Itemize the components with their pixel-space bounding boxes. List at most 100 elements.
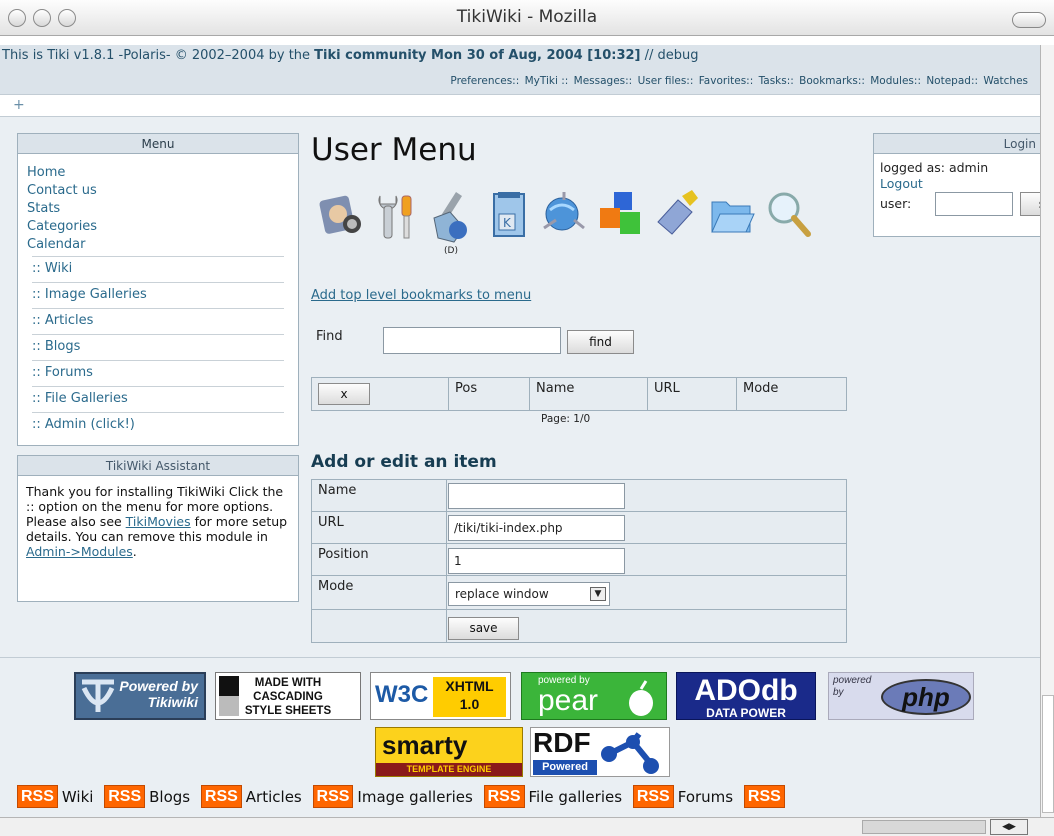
tikiwiki-badge[interactable]: Powered by Tikiwiki [74, 672, 206, 720]
top-nav-bar: Preferences:: MyTiki :: Messages:: User … [0, 67, 1040, 95]
nav-tasks[interactable]: Tasks:: [759, 75, 794, 87]
col-mode[interactable]: Mode [736, 377, 847, 411]
user-files-icon[interactable]: (D) [428, 188, 478, 256]
xhtml-text: XHTML [445, 678, 494, 694]
pear-badge[interactable]: powered by pear [521, 672, 667, 720]
menu-stats[interactable]: Stats [27, 200, 289, 218]
add-top-level-bookmarks-link[interactable]: Add top level bookmarks to menu [311, 288, 531, 303]
save-button[interactable]: save [448, 617, 519, 640]
nav-messages[interactable]: Messages:: [574, 75, 633, 87]
w3c-text: W3C [375, 681, 429, 708]
adodb-text: ADOdb [694, 674, 798, 707]
url-label: URL [311, 511, 447, 544]
rss-image-galleries-label: Image galleries [357, 787, 473, 806]
logout-link[interactable]: Logout [880, 176, 923, 191]
rss-file-galleries-label: File galleries [528, 787, 623, 806]
page-title: User Menu [311, 132, 477, 168]
scroll-arrows-icon[interactable]: ◀▶ [990, 819, 1028, 835]
php-badge[interactable]: powered by php [828, 672, 974, 720]
scrollbar-thumb[interactable] [1042, 695, 1054, 813]
php-text: php [881, 679, 971, 715]
rss-image-galleries-badge[interactable]: RSS [312, 785, 354, 808]
assistant-body: Thank you for installing TikiWiki Click … [18, 476, 298, 567]
search-icon[interactable] [764, 188, 814, 244]
find-button[interactable]: find [567, 330, 634, 354]
chevron-down-icon[interactable]: ▼ [590, 587, 606, 601]
adodb-badge[interactable]: ADOdb DATA POWER [676, 672, 816, 720]
community-link[interactable]: Tiki community [314, 48, 426, 63]
modules-icon[interactable] [596, 188, 646, 244]
rss-file-galleries-badge[interactable]: RSS [483, 785, 525, 808]
form-title: Add or edit an item [311, 452, 497, 472]
col-name[interactable]: Name [529, 377, 648, 411]
debug-link[interactable]: // debug [640, 48, 699, 63]
vertical-scrollbar[interactable] [1040, 45, 1054, 817]
login-module: Login logged as: admin Logout user: s [873, 133, 1050, 237]
notepad-icon[interactable]: K [484, 188, 534, 244]
find-label: Find [316, 329, 343, 344]
folder-icon[interactable] [708, 188, 758, 244]
smarty-text: smarty [382, 730, 468, 760]
menu-section-forums[interactable]: :: Forums [32, 360, 284, 384]
url-field[interactable]: /tiki/tiki-index.php [448, 515, 625, 541]
status-bar: ◀▶ [0, 817, 1054, 836]
menu-categories[interactable]: Categories [27, 218, 289, 236]
menu-section-blogs[interactable]: :: Blogs [32, 334, 284, 358]
nav-modules[interactable]: Modules:: [870, 75, 921, 87]
watches-icon[interactable] [540, 188, 590, 244]
rss-wiki-badge[interactable]: RSS [17, 785, 58, 808]
user-preferences-icon[interactable] [316, 188, 366, 244]
name-field[interactable] [448, 483, 625, 509]
svg-text:K: K [503, 216, 512, 230]
nav-notepad[interactable]: Notepad:: [926, 75, 978, 87]
delete-selected-button[interactable]: x [318, 383, 370, 405]
nav-user-files[interactable]: User files:: [638, 75, 694, 87]
nav-preferences[interactable]: Preferences:: [450, 75, 519, 87]
assistant-text-3: . [132, 544, 137, 559]
nav-mytiki[interactable]: MyTiki :: [525, 75, 569, 87]
find-input[interactable] [383, 327, 561, 354]
w3c-xhtml-badge[interactable]: W3C XHTML 1.0 [370, 672, 511, 720]
menu-section-file-galleries[interactable]: :: File Galleries [32, 386, 284, 410]
menu-section-articles[interactable]: :: Articles [32, 308, 284, 332]
rdf-text: RDF [533, 727, 591, 758]
menu-section-admin[interactable]: :: Admin (click!) [32, 412, 284, 436]
rss-more-badge[interactable]: RSS [743, 785, 785, 808]
tikimovies-link[interactable]: TikiMovies [126, 514, 191, 529]
rss-articles-badge[interactable]: RSS [200, 785, 242, 808]
mode-select[interactable]: replace window ▼ [448, 582, 610, 606]
window-title: TikiWiki - Mozilla [456, 7, 598, 27]
menu-home[interactable]: Home [27, 164, 289, 182]
nav-bookmarks[interactable]: Bookmarks:: [799, 75, 865, 87]
expand-bar: + [0, 95, 1040, 117]
toolbar-toggle-button[interactable] [1012, 12, 1046, 28]
position-label: Position [311, 543, 447, 576]
user-menu-icon-bar: (D) K [316, 188, 846, 263]
col-pos[interactable]: Pos [448, 377, 530, 411]
menu-contact-us[interactable]: Contact us [27, 182, 289, 200]
horizontal-scroll-track[interactable] [862, 820, 986, 834]
nav-favorites[interactable]: Favorites:: [699, 75, 754, 87]
admin-modules-link[interactable]: Admin->Modules [26, 544, 133, 559]
rss-blogs-badge[interactable]: RSS [104, 785, 146, 808]
rdf-badge[interactable]: RDF Powered [530, 727, 670, 777]
window-titlebar: TikiWiki - Mozilla [0, 0, 1054, 36]
tools-icon[interactable] [372, 188, 422, 244]
version-text: This is Tiki v1.8.1 -Polaris- © 2002–200… [2, 48, 315, 63]
menu-calendar[interactable]: Calendar [27, 236, 289, 254]
rss-forums-badge[interactable]: RSS [632, 785, 674, 808]
menu-items-table: x Pos Name URL Mode [311, 377, 847, 411]
tasks-icon[interactable] [652, 188, 702, 244]
menu-section-image-galleries[interactable]: :: Image Galleries [32, 282, 284, 306]
menu-section-wiki[interactable]: :: Wiki [32, 256, 284, 280]
css-badge[interactable]: MADE WITH CASCADING STYLE SHEETS [215, 672, 361, 720]
login-user-field[interactable] [935, 192, 1013, 216]
nav-watches[interactable]: Watches [983, 75, 1028, 87]
table-header-row: x Pos Name URL Mode [311, 377, 847, 411]
mode-select-value: replace window [455, 587, 549, 601]
col-url[interactable]: URL [647, 377, 737, 411]
plus-icon[interactable]: + [13, 97, 25, 113]
position-field[interactable]: 1 [448, 548, 625, 574]
smarty-badge[interactable]: smarty TEMPLATE ENGINE [375, 727, 523, 777]
page-info: Page: 1/0 [541, 413, 591, 425]
